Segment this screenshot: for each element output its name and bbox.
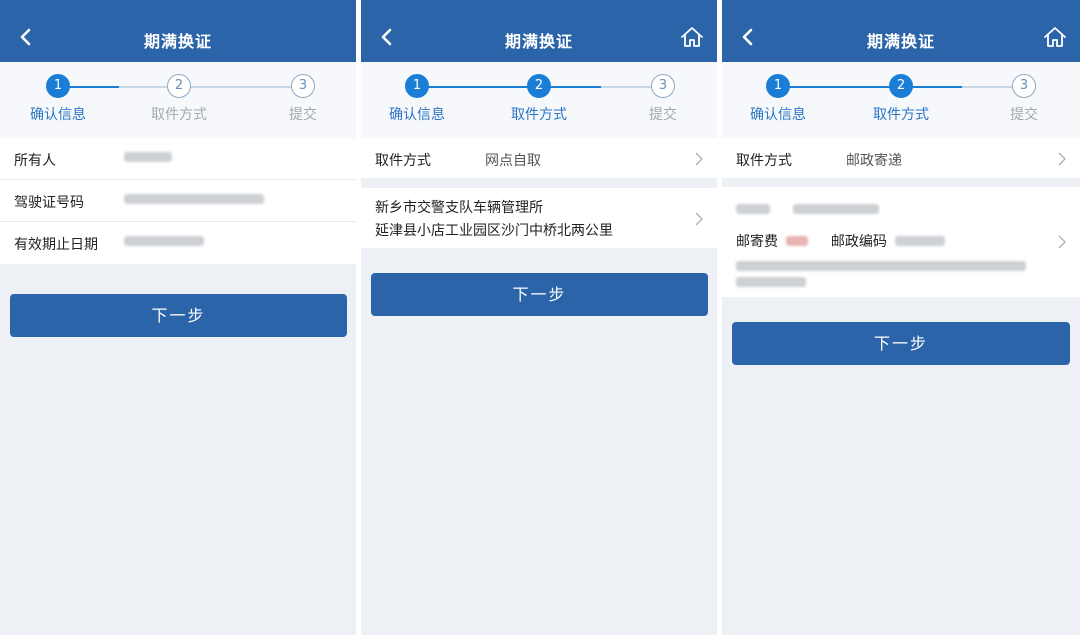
step-1: 1 确认信息: [377, 74, 457, 124]
license-label: 驾驶证号码: [14, 195, 84, 211]
step-1: 1 确认信息: [738, 74, 818, 124]
postage-line: 邮寄费 邮政编码: [736, 231, 946, 251]
pickup-method-label: 取件方式: [736, 153, 792, 169]
step-3-label: 提交: [649, 107, 677, 123]
page-title: 期满换证: [866, 32, 935, 51]
expiry-value-redacted: [124, 234, 204, 250]
step-1-number: 1: [46, 74, 70, 98]
step-3-label: 提交: [289, 107, 317, 123]
home-icon[interactable]: [677, 22, 707, 52]
step-2: 2 取件方式: [499, 74, 579, 124]
pickup-method[interactable]: 取件方式 网点自取: [361, 138, 717, 178]
chevron-right-icon: [1058, 152, 1066, 166]
page-title: 期满换证: [504, 32, 573, 51]
navbar: 期满换证: [722, 0, 1080, 62]
navbar: 期满换证: [0, 0, 356, 62]
pickup-method-label: 取件方式: [375, 153, 431, 169]
screen-confirm-info: 期满换证 1 确认信息 2 取件方式 3 提交 所有人 驾驶证号码 有效期止日期: [0, 0, 356, 635]
step-1-number: 1: [766, 74, 790, 98]
expiry-label: 有效期止日期: [14, 237, 98, 253]
mailing-address-row[interactable]: 邮寄费 邮政编码: [722, 187, 1080, 297]
pickup-method-value: 邮政寄递: [846, 153, 902, 169]
step-3-label: 提交: [1010, 107, 1038, 123]
step-3: 3 提交: [984, 74, 1064, 124]
pickup-method-value: 网点自取: [485, 153, 541, 169]
pickup-method-row[interactable]: 取件方式 网点自取: [361, 138, 717, 178]
postage-label: 邮寄费: [736, 234, 778, 250]
step-2-label: 取件方式: [873, 107, 929, 123]
step-1: 1 确认信息: [18, 74, 98, 124]
step-1-number: 1: [405, 74, 429, 98]
page-title: 期满换证: [143, 32, 212, 51]
step-progress: 1 确认信息 2 取件方式 3 提交: [0, 62, 356, 138]
next-button[interactable]: 下一步: [732, 322, 1070, 365]
step-1-label: 确认信息: [750, 107, 806, 123]
chevron-right-icon: [695, 212, 703, 226]
info-card: 所有人 驾驶证号码 有效期止日期: [0, 138, 356, 264]
step-2: 2 取件方式: [861, 74, 941, 124]
step-progress: 1 确认信息 2 取件方式 3 提交: [361, 62, 717, 138]
next-button[interactable]: 下一步: [10, 294, 347, 337]
step-1-label: 确认信息: [30, 107, 86, 123]
next-button[interactable]: 下一步: [371, 273, 708, 316]
postcode-label: 邮政编码: [830, 234, 887, 250]
recipient-redacted: [736, 199, 880, 218]
step-3-number: 3: [1012, 74, 1036, 98]
office-address: 延津县小店工业园区沙门中桥北两公里: [375, 223, 613, 239]
pickup-method-row[interactable]: 取件方式 邮政寄递: [722, 138, 1080, 178]
navbar: 期满换证: [361, 0, 717, 62]
step-progress: 1 确认信息 2 取件方式 3 提交: [722, 62, 1080, 138]
home-icon[interactable]: [1040, 22, 1070, 52]
pickup-method[interactable]: 取件方式 邮政寄递: [722, 138, 1080, 178]
screen-postal-delivery: 期满换证 1 确认信息 2 取件方式 3 提交 取件方式 邮政寄递 邮寄费 邮政…: [722, 0, 1080, 635]
owner-label: 所有人: [14, 153, 56, 169]
step-2-number: 2: [527, 74, 551, 98]
step-1-label: 确认信息: [389, 107, 445, 123]
license-value-redacted: [124, 192, 264, 208]
address-redacted: [736, 261, 1036, 287]
step-3: 3 提交: [623, 74, 703, 124]
step-2-number: 2: [167, 74, 191, 98]
step-2-label: 取件方式: [511, 107, 567, 123]
step-3-number: 3: [291, 74, 315, 98]
step-3: 3 提交: [263, 74, 343, 124]
owner-row: 所有人: [0, 138, 356, 180]
step-2-label: 取件方式: [151, 107, 207, 123]
chevron-right-icon: [1058, 235, 1066, 249]
office-row[interactable]: 新乡市交警支队车辆管理所 延津县小店工业园区沙门中桥北两公里: [361, 188, 717, 248]
owner-value-redacted: [124, 150, 172, 166]
expiry-row: 有效期止日期: [0, 222, 356, 264]
step-2: 2 取件方式: [139, 74, 219, 124]
license-row: 驾驶证号码: [0, 180, 356, 222]
step-2-number: 2: [889, 74, 913, 98]
chevron-right-icon: [695, 152, 703, 166]
office-name: 新乡市交警支队车辆管理所: [375, 200, 543, 216]
step-3-number: 3: [651, 74, 675, 98]
screen-pickup-method: 期满换证 1 确认信息 2 取件方式 3 提交 取件方式 网点自取 新乡市交警支…: [361, 0, 717, 635]
